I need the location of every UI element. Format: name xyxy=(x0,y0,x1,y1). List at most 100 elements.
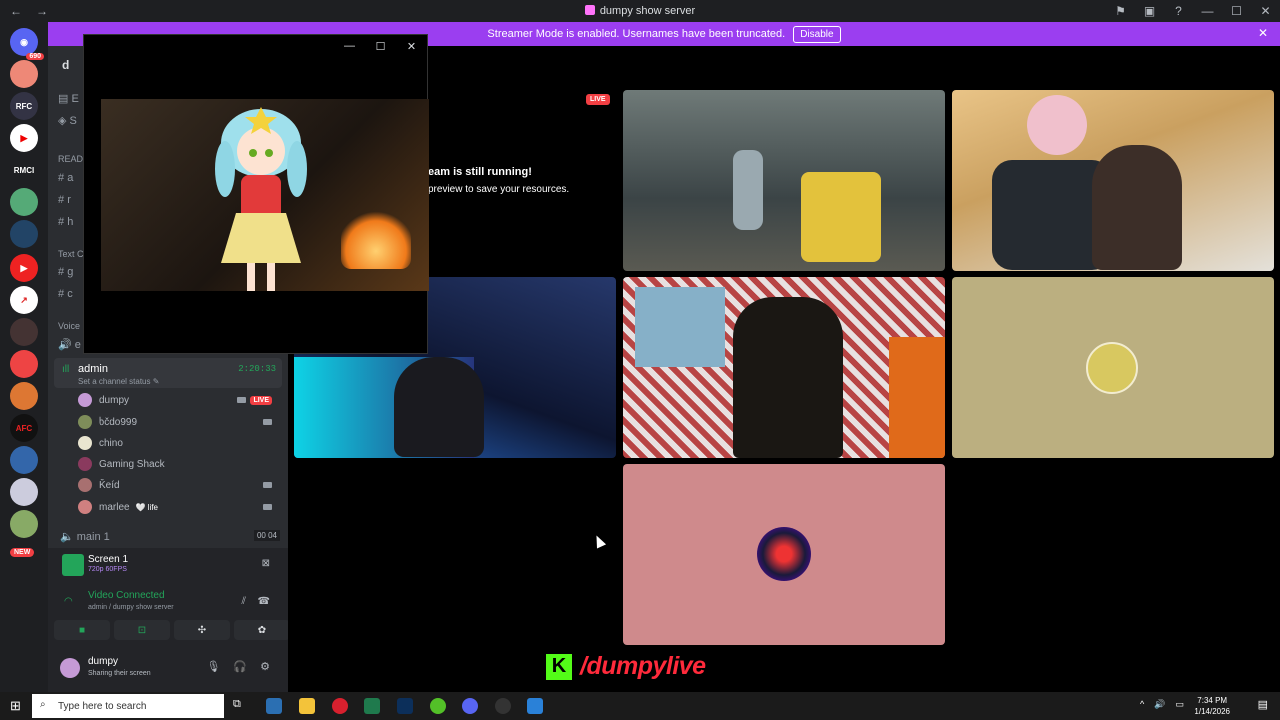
channel-g[interactable]: # g xyxy=(58,266,73,278)
popout-window: — ☐ ✕ xyxy=(83,34,429,354)
server-icon[interactable] xyxy=(10,382,38,410)
paused-text: preview to save your resources. xyxy=(428,184,570,195)
chart-server-icon[interactable]: ↗ xyxy=(10,286,38,314)
windows-start-icon[interactable]: ⊞ xyxy=(10,698,21,714)
video-tile-avatar[interactable] xyxy=(623,464,945,645)
voice-channel-admin[interactable]: ıll admin Set a channel status ✎ 2:20:33 xyxy=(54,358,282,388)
voice-channel-main-1[interactable]: 🔈 main 1 00 04 xyxy=(60,530,280,543)
maximize-button[interactable]: ☐ xyxy=(1222,4,1251,18)
avatar xyxy=(78,393,92,407)
vegas-icon[interactable] xyxy=(364,698,380,714)
windows-taskbar: ⊞ ⌕ Type here to search ⧉ ^ 🔊 ▭ 7:34 PM … xyxy=(0,692,1280,720)
avatar xyxy=(78,415,92,429)
fish-figure xyxy=(635,287,725,367)
category-readme[interactable]: READ xyxy=(58,154,83,164)
channel-server-guide[interactable]: ◈ S xyxy=(58,114,77,127)
server-icon-rfc[interactable]: RFC xyxy=(10,92,38,120)
youtube-server-icon[interactable]: ▶ xyxy=(10,254,38,282)
popout-minimize-button[interactable]: — xyxy=(334,40,365,52)
camera-button[interactable]: ■ xyxy=(54,620,110,640)
channel-events[interactable]: ▤ E xyxy=(58,92,79,105)
minimize-button[interactable]: — xyxy=(1193,4,1222,18)
screen-share-button[interactable]: ⊡ xyxy=(114,620,170,640)
voice-user[interactable]: Gaming Shack xyxy=(78,454,278,474)
notification-icon[interactable]: ▤ xyxy=(1258,698,1268,711)
server-icon[interactable] xyxy=(10,446,38,474)
user-name: ხčdo999 xyxy=(99,416,138,428)
video-tile[interactable] xyxy=(623,277,945,458)
tray-chevron-icon[interactable]: ^ xyxy=(1140,699,1144,710)
photoshop-icon[interactable] xyxy=(397,698,413,714)
disconnect-icon[interactable]: ☎ xyxy=(258,596,270,607)
anime-character xyxy=(215,107,307,291)
obs-icon[interactable] xyxy=(495,698,511,714)
taskbar-search-input[interactable]: ⌕ Type here to search xyxy=(32,694,224,718)
discord-home-icon[interactable]: ◉ xyxy=(10,28,44,60)
category-voice[interactable]: Voice xyxy=(58,321,80,331)
file-explorer-icon[interactable] xyxy=(299,698,315,714)
server-name[interactable]: d xyxy=(62,58,69,72)
kick-branding: K /dumpylive xyxy=(546,652,706,681)
video-tile[interactable] xyxy=(952,90,1274,271)
channel-r[interactable]: # r xyxy=(58,194,71,206)
app-icon[interactable] xyxy=(527,698,543,714)
kick-logo-icon: K xyxy=(546,653,572,680)
popout-maximize-button[interactable]: ☐ xyxy=(365,40,396,53)
back-arrow-icon[interactable]: ← xyxy=(10,4,22,18)
game-scene[interactable] xyxy=(101,99,429,291)
server-icon[interactable] xyxy=(10,188,38,216)
soundboard-button[interactable]: ✿ xyxy=(234,620,290,640)
signal-icon[interactable]: ◠ xyxy=(64,596,73,607)
voice-user[interactable]: marlee 🤍 life xyxy=(78,497,278,517)
channel-h[interactable]: # h xyxy=(58,216,73,228)
voice-user[interactable]: chino xyxy=(78,433,278,453)
help-icon[interactable]: ? xyxy=(1164,4,1193,18)
server-icon[interactable] xyxy=(10,318,38,346)
category-text[interactable]: Text C xyxy=(58,249,84,259)
channel-c[interactable]: # c xyxy=(58,288,73,300)
camera-icon xyxy=(263,419,272,425)
youtube-server-icon[interactable]: ▶ xyxy=(10,124,38,152)
stop-stream-icon[interactable]: ⊠ xyxy=(262,558,270,569)
server-icon[interactable] xyxy=(10,510,38,538)
server-icon[interactable] xyxy=(10,220,38,248)
taskbar-clock[interactable]: 7:34 PM 1/14/2026 xyxy=(1194,695,1230,717)
channel-status-prompt[interactable]: Set a channel status ✎ xyxy=(78,377,159,386)
network-icon[interactable]: ▭ xyxy=(1175,699,1184,710)
disable-streamer-button[interactable]: Disable xyxy=(793,25,841,43)
microphone-icon[interactable]: 🎙 xyxy=(206,660,220,673)
connection-detail[interactable]: admin / dumpy show server xyxy=(88,604,174,611)
opera-browser-icon[interactable] xyxy=(332,698,348,714)
server-icon-rmci[interactable]: RMCI xyxy=(10,156,38,184)
voice-user[interactable]: dumpy LIVE xyxy=(78,390,278,410)
volume-icon[interactable]: 🔊 xyxy=(1154,699,1165,710)
gear-icon[interactable]: ⚙ xyxy=(260,660,270,673)
inbox-icon[interactable]: ⚑ xyxy=(1106,4,1135,18)
forward-arrow-icon[interactable]: → xyxy=(36,4,48,18)
user-avatar[interactable] xyxy=(60,658,80,678)
app-icon[interactable] xyxy=(266,698,282,714)
discord-taskbar-icon[interactable] xyxy=(462,698,478,714)
screen-icon[interactable]: ▣ xyxy=(1135,4,1164,18)
voice-user[interactable]: ხčdo999 xyxy=(78,412,278,432)
noise-suppression-icon[interactable]: ⫽ xyxy=(242,596,246,607)
server-icon[interactable] xyxy=(10,350,38,378)
stream-quality: 720p 60FPS xyxy=(88,566,127,573)
activities-button[interactable]: ✣ xyxy=(174,620,230,640)
close-banner-icon[interactable]: ✕ xyxy=(1258,26,1268,40)
voice-user[interactable]: Ǩeíd xyxy=(78,475,278,495)
video-tile[interactable] xyxy=(623,90,945,271)
close-button[interactable]: ✕ xyxy=(1251,4,1280,18)
headphones-icon[interactable]: 🎧 xyxy=(233,660,247,673)
popout-close-button[interactable]: ✕ xyxy=(396,40,427,53)
app-icon[interactable] xyxy=(430,698,446,714)
soundboard-icon: ✿ xyxy=(257,624,267,636)
voice-channel-e[interactable]: 🔊 e xyxy=(58,338,81,351)
window-title: dumpy show server xyxy=(0,5,1280,17)
video-tile-avatar[interactable] xyxy=(952,277,1274,458)
server-icon-afc[interactable]: AFC xyxy=(10,414,38,442)
channel-a[interactable]: # a xyxy=(58,172,73,184)
server-icon[interactable] xyxy=(10,478,38,506)
task-view-icon[interactable]: ⧉ xyxy=(233,698,249,714)
server-icon[interactable] xyxy=(10,60,38,88)
